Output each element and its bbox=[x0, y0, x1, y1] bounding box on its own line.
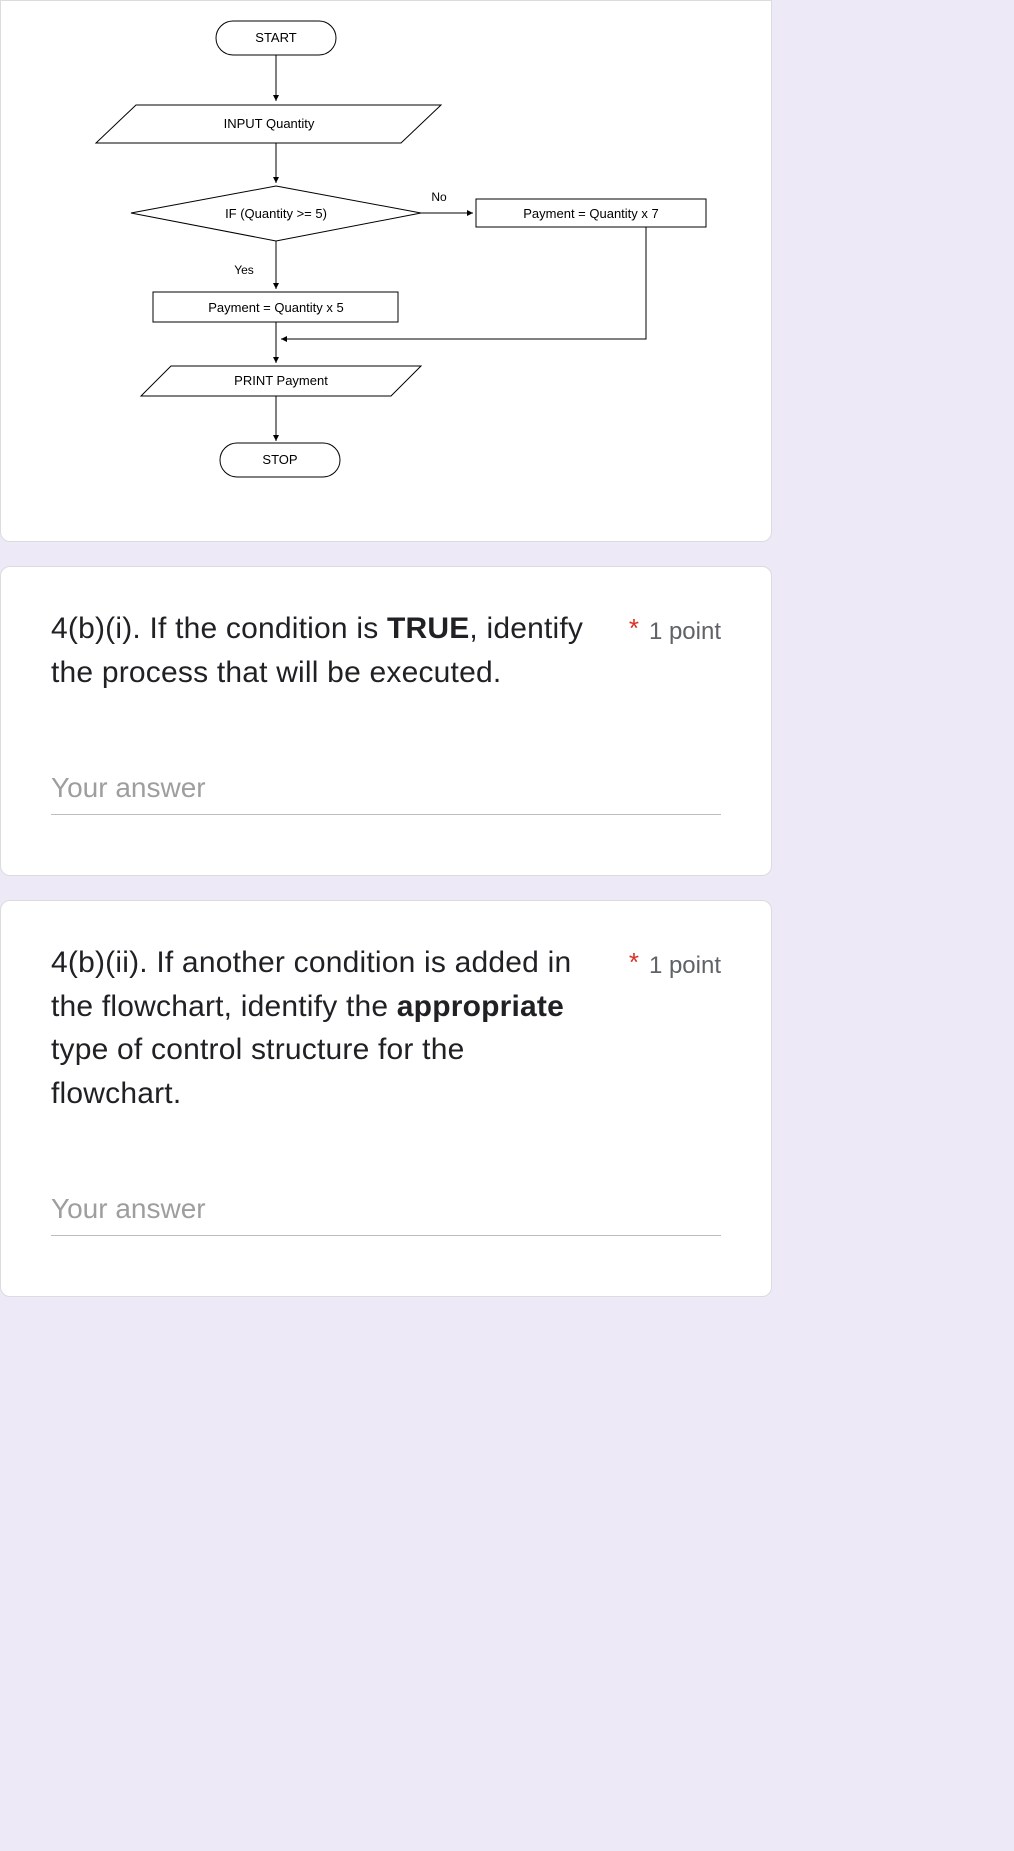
flow-process-yes: Payment = Quantity x 5 bbox=[208, 300, 343, 315]
flow-input: INPUT Quantity bbox=[224, 116, 315, 131]
question1-text: 4(b)(i). If the condition is TRUE, ident… bbox=[51, 607, 599, 694]
required-asterisk: * bbox=[629, 613, 639, 643]
flow-process-no: Payment = Quantity x 7 bbox=[523, 206, 658, 221]
question2-answer-input[interactable] bbox=[51, 1187, 721, 1236]
question2-text: 4(b)(ii). If another condition is added … bbox=[51, 941, 599, 1115]
required-asterisk: * bbox=[629, 947, 639, 977]
flowchart: START INPUT Quantity IF (Quantity >= 5) … bbox=[1, 1, 771, 541]
flow-no-label: No bbox=[431, 190, 447, 204]
question2-card: 4(b)(ii). If another condition is added … bbox=[0, 900, 772, 1297]
flow-decision: IF (Quantity >= 5) bbox=[225, 206, 327, 221]
question1-answer-input[interactable] bbox=[51, 766, 721, 815]
question2-points: *1 point bbox=[629, 947, 721, 980]
question1-points: *1 point bbox=[629, 613, 721, 646]
question1-card: 4(b)(i). If the condition is TRUE, ident… bbox=[0, 566, 772, 876]
flow-output: PRINT Payment bbox=[234, 373, 328, 388]
flow-yes-label: Yes bbox=[234, 263, 254, 277]
flow-start: START bbox=[255, 30, 296, 45]
flowchart-card: START INPUT Quantity IF (Quantity >= 5) … bbox=[0, 0, 772, 542]
flow-stop: STOP bbox=[262, 452, 297, 467]
